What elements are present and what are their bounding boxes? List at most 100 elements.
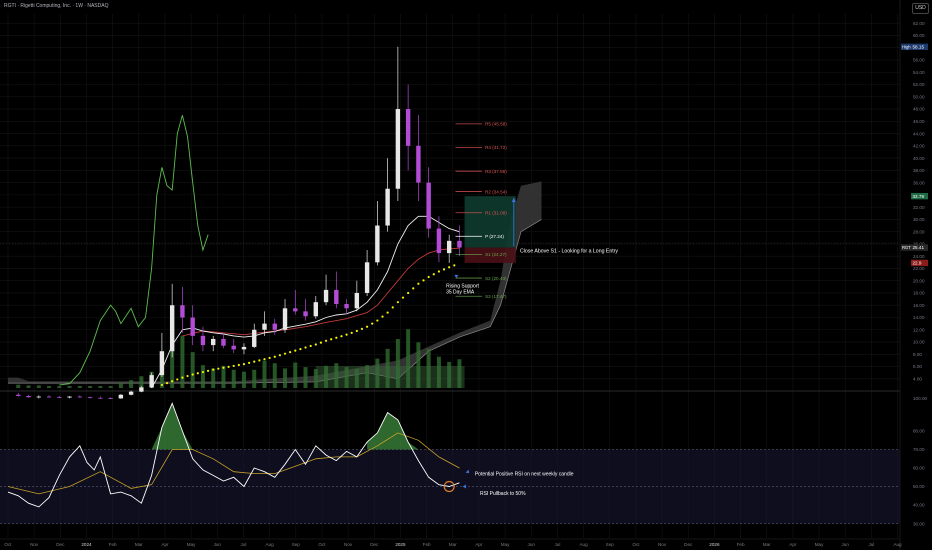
time-tick-label: Oct xyxy=(4,542,12,547)
candle-body xyxy=(293,308,298,312)
price-tick-label: 60.00 xyxy=(913,33,925,38)
price-tick-label: 28.00 xyxy=(913,229,925,234)
ema-dot xyxy=(227,365,230,368)
price-tag-label: High xyxy=(902,45,911,50)
ema-dot xyxy=(366,325,369,328)
ema-dot xyxy=(273,355,276,358)
ema-dot xyxy=(299,347,302,351)
ema-dot xyxy=(222,366,225,369)
pivot-label-r5: R5 (45.58) xyxy=(485,122,507,127)
candle-body xyxy=(211,338,216,346)
time-tick-label: Nov xyxy=(30,542,39,547)
price-tick-label: 52.00 xyxy=(913,82,925,87)
ema-dot xyxy=(160,383,163,387)
pivot-label-p: P (27.24) xyxy=(485,234,504,239)
rsi-tick-label: 50.00 xyxy=(913,484,925,489)
time-tick-label: Oct xyxy=(318,542,326,547)
candle-body xyxy=(180,305,185,318)
price-tick-label: 10.00 xyxy=(913,340,925,345)
price-tick-label: 18.00 xyxy=(913,291,925,296)
time-tick-label: Jul xyxy=(868,542,874,547)
volume-bar xyxy=(36,385,41,388)
rsi-tick-label: 70.00 xyxy=(913,447,925,452)
ema-dot xyxy=(371,322,374,325)
price-tick-label: 32.00 xyxy=(913,205,925,210)
ema-dot xyxy=(206,369,210,372)
pivot-label-r2: R2 (34.54) xyxy=(485,189,507,194)
ema-dot xyxy=(381,315,384,318)
ema-dot xyxy=(212,368,215,371)
candle-body xyxy=(241,346,247,350)
rsi-tick-label: 60.00 xyxy=(913,466,925,471)
candle-body xyxy=(118,394,124,399)
candle-body xyxy=(169,305,175,352)
candle-body xyxy=(36,396,41,398)
time-tick-label: Nov xyxy=(658,542,667,547)
price-tick-label: 42.00 xyxy=(913,144,925,149)
price-tick-label: 12.00 xyxy=(913,327,925,332)
candle-body xyxy=(364,262,370,293)
ema-dot xyxy=(330,338,333,341)
rsi-tick-label: 30.00 xyxy=(913,521,925,526)
candle-body xyxy=(190,317,195,336)
ema-dot xyxy=(165,381,169,385)
time-tick-label: Aug xyxy=(893,542,902,547)
long-entry-text: Close Above S1 - Looking for a Long Entr… xyxy=(520,249,618,255)
time-tick-label: 2025 xyxy=(395,542,406,547)
candle-body xyxy=(262,323,267,330)
price-tick-label: 16.00 xyxy=(913,303,925,308)
ema-dot xyxy=(253,360,256,363)
candle-body xyxy=(385,188,390,226)
ema-dot xyxy=(289,351,292,354)
ema-dot xyxy=(176,378,179,381)
time-tick-label: Apr xyxy=(475,542,483,547)
ema-dot xyxy=(427,275,430,279)
ema-dot xyxy=(304,346,307,349)
support-text-line2: 35 Day EMA xyxy=(446,289,475,295)
time-tick-label: May xyxy=(187,542,196,547)
price-tick-label: 4.00 xyxy=(913,377,922,382)
time-tick-label: Sep xyxy=(292,542,301,547)
candle-body xyxy=(303,311,308,317)
volume-bar xyxy=(77,386,82,388)
price-chart[interactable]: R5 (45.58) R4 (41.72) R3 (37.86) R2 (34.54)… xyxy=(0,0,932,550)
volume-bar xyxy=(190,352,195,388)
time-tick-label: Dec xyxy=(370,542,379,547)
volume-bar xyxy=(47,386,52,388)
candle-body xyxy=(446,240,452,254)
candle-body xyxy=(46,396,52,398)
time-tick-label: Jul xyxy=(241,542,247,547)
price-tag-value: 33.79 xyxy=(913,194,925,199)
ema-dot xyxy=(417,282,420,285)
price-tick-label: 56.00 xyxy=(913,58,925,63)
candle-body xyxy=(221,338,226,346)
ema-dot xyxy=(401,296,405,299)
volume-bar xyxy=(303,367,308,388)
ema-dot xyxy=(232,364,235,368)
volume-bar xyxy=(57,386,62,388)
price-axis[interactable]: 4.00 6.00 8.00 10.00 12.00 14.00 16.00 18.00 20.… xyxy=(899,0,932,550)
candle-body xyxy=(282,308,288,330)
ema-dot xyxy=(412,287,415,290)
candle-body xyxy=(98,397,103,399)
time-tick-label: 2024 xyxy=(81,542,92,547)
price-tick-label: 24.00 xyxy=(913,254,925,259)
ema-dot xyxy=(263,358,266,361)
price-tick-label: 14.00 xyxy=(913,315,925,320)
price-tick-label: 6.00 xyxy=(913,364,922,369)
time-tick-label: Sep xyxy=(606,542,615,547)
candle-body xyxy=(108,398,113,399)
volume-bar xyxy=(26,385,31,388)
rsi-positive-text: Potential Positive RSI on next weekly ca… xyxy=(475,471,574,477)
ema-dot xyxy=(309,344,312,348)
candle-body xyxy=(457,240,462,248)
ema-dot xyxy=(376,319,379,322)
candle-body xyxy=(139,387,144,392)
ema-dot xyxy=(278,354,281,357)
candle-body xyxy=(67,396,72,398)
price-tick-label: 36.00 xyxy=(913,180,925,185)
volume-bar xyxy=(283,368,288,388)
candle-body xyxy=(334,289,339,305)
currency-button[interactable]: USD xyxy=(912,3,929,14)
candle-body xyxy=(426,182,431,229)
